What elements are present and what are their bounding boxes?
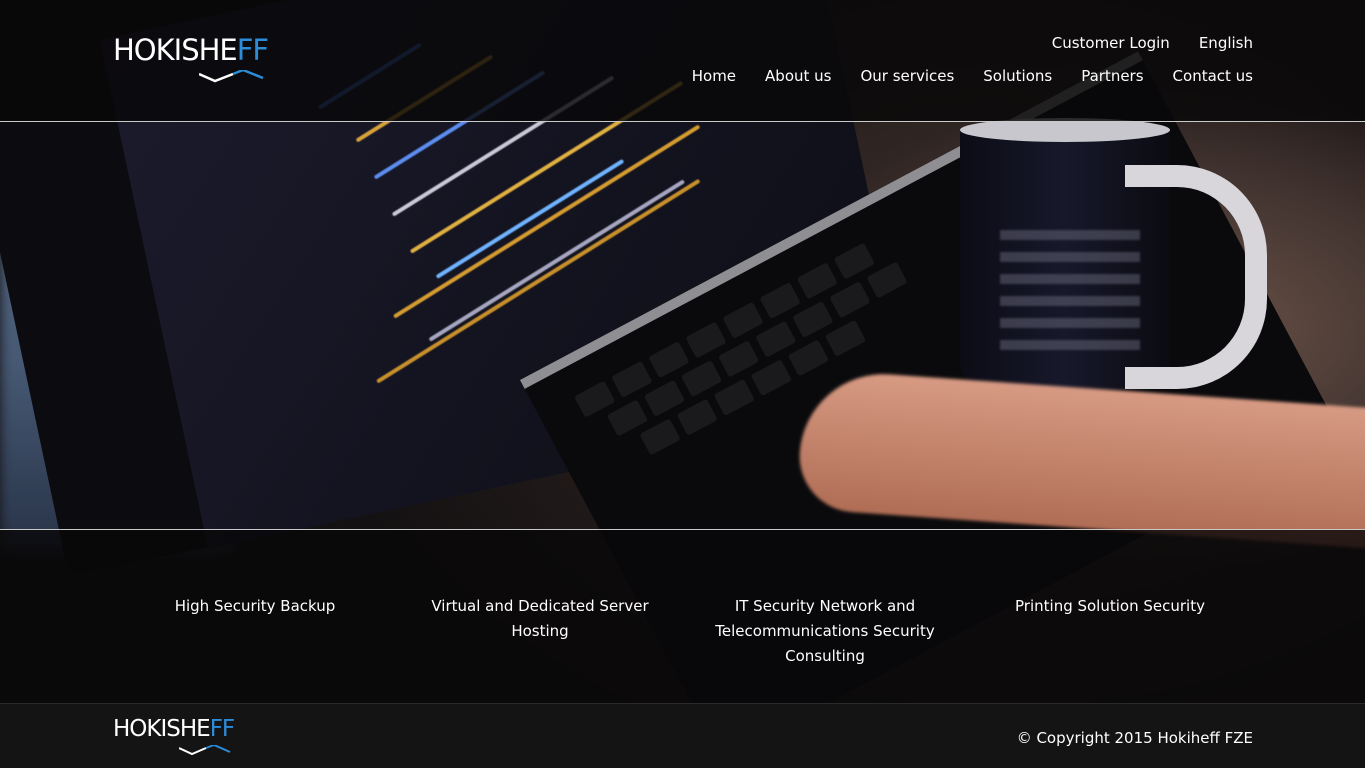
- service-high-security-backup[interactable]: High Security Backup: [135, 594, 375, 619]
- main-nav: Home About us Our services Solutions Par…: [692, 67, 1253, 85]
- logo-wordmark: HOKISHEFF: [113, 33, 269, 67]
- footer-logo-wordmark: HOKISHEFF: [113, 716, 235, 742]
- footer-logo-chevron-icon: [179, 745, 231, 756]
- footer-logo-text-white: HOKISHE: [113, 716, 211, 742]
- nav-item-about-us[interactable]: About us: [765, 67, 831, 85]
- service-it-security-consulting[interactable]: IT Security Network and Telecommunicatio…: [705, 594, 945, 669]
- mug-print: [1000, 230, 1140, 350]
- service-server-hosting[interactable]: Virtual and Dedicated Server Hosting: [420, 594, 660, 644]
- nav-item-contact-us[interactable]: Contact us: [1173, 67, 1253, 85]
- utility-links: Customer Login English: [1052, 34, 1253, 52]
- nav-item-solutions[interactable]: Solutions: [983, 67, 1052, 85]
- nav-item-home[interactable]: Home: [692, 67, 736, 85]
- nav-item-our-services[interactable]: Our services: [860, 67, 954, 85]
- header-divider: [0, 121, 1365, 122]
- logo-chevron-icon: [199, 70, 264, 83]
- mug-handle: [1125, 165, 1267, 389]
- copyright-text: © Copyright 2015 Hokiheff FZE: [1016, 729, 1253, 747]
- site-footer: HOKISHEFF © Copyright 2015 Hokiheff FZE: [0, 703, 1365, 768]
- service-printing-security[interactable]: Printing Solution Security: [990, 594, 1230, 619]
- logo-text-white: HOKISHE: [113, 33, 238, 67]
- nav-item-partners[interactable]: Partners: [1081, 67, 1143, 85]
- language-selector[interactable]: English: [1199, 34, 1253, 52]
- hero-divider: [0, 529, 1365, 530]
- footer-logo-text-blue: FF: [209, 716, 235, 742]
- footer-logo[interactable]: HOKISHEFF: [113, 716, 235, 760]
- customer-login-link[interactable]: Customer Login: [1052, 34, 1170, 52]
- header-logo[interactable]: HOKISHEFF: [113, 33, 269, 90]
- logo-text-blue: FF: [236, 33, 269, 67]
